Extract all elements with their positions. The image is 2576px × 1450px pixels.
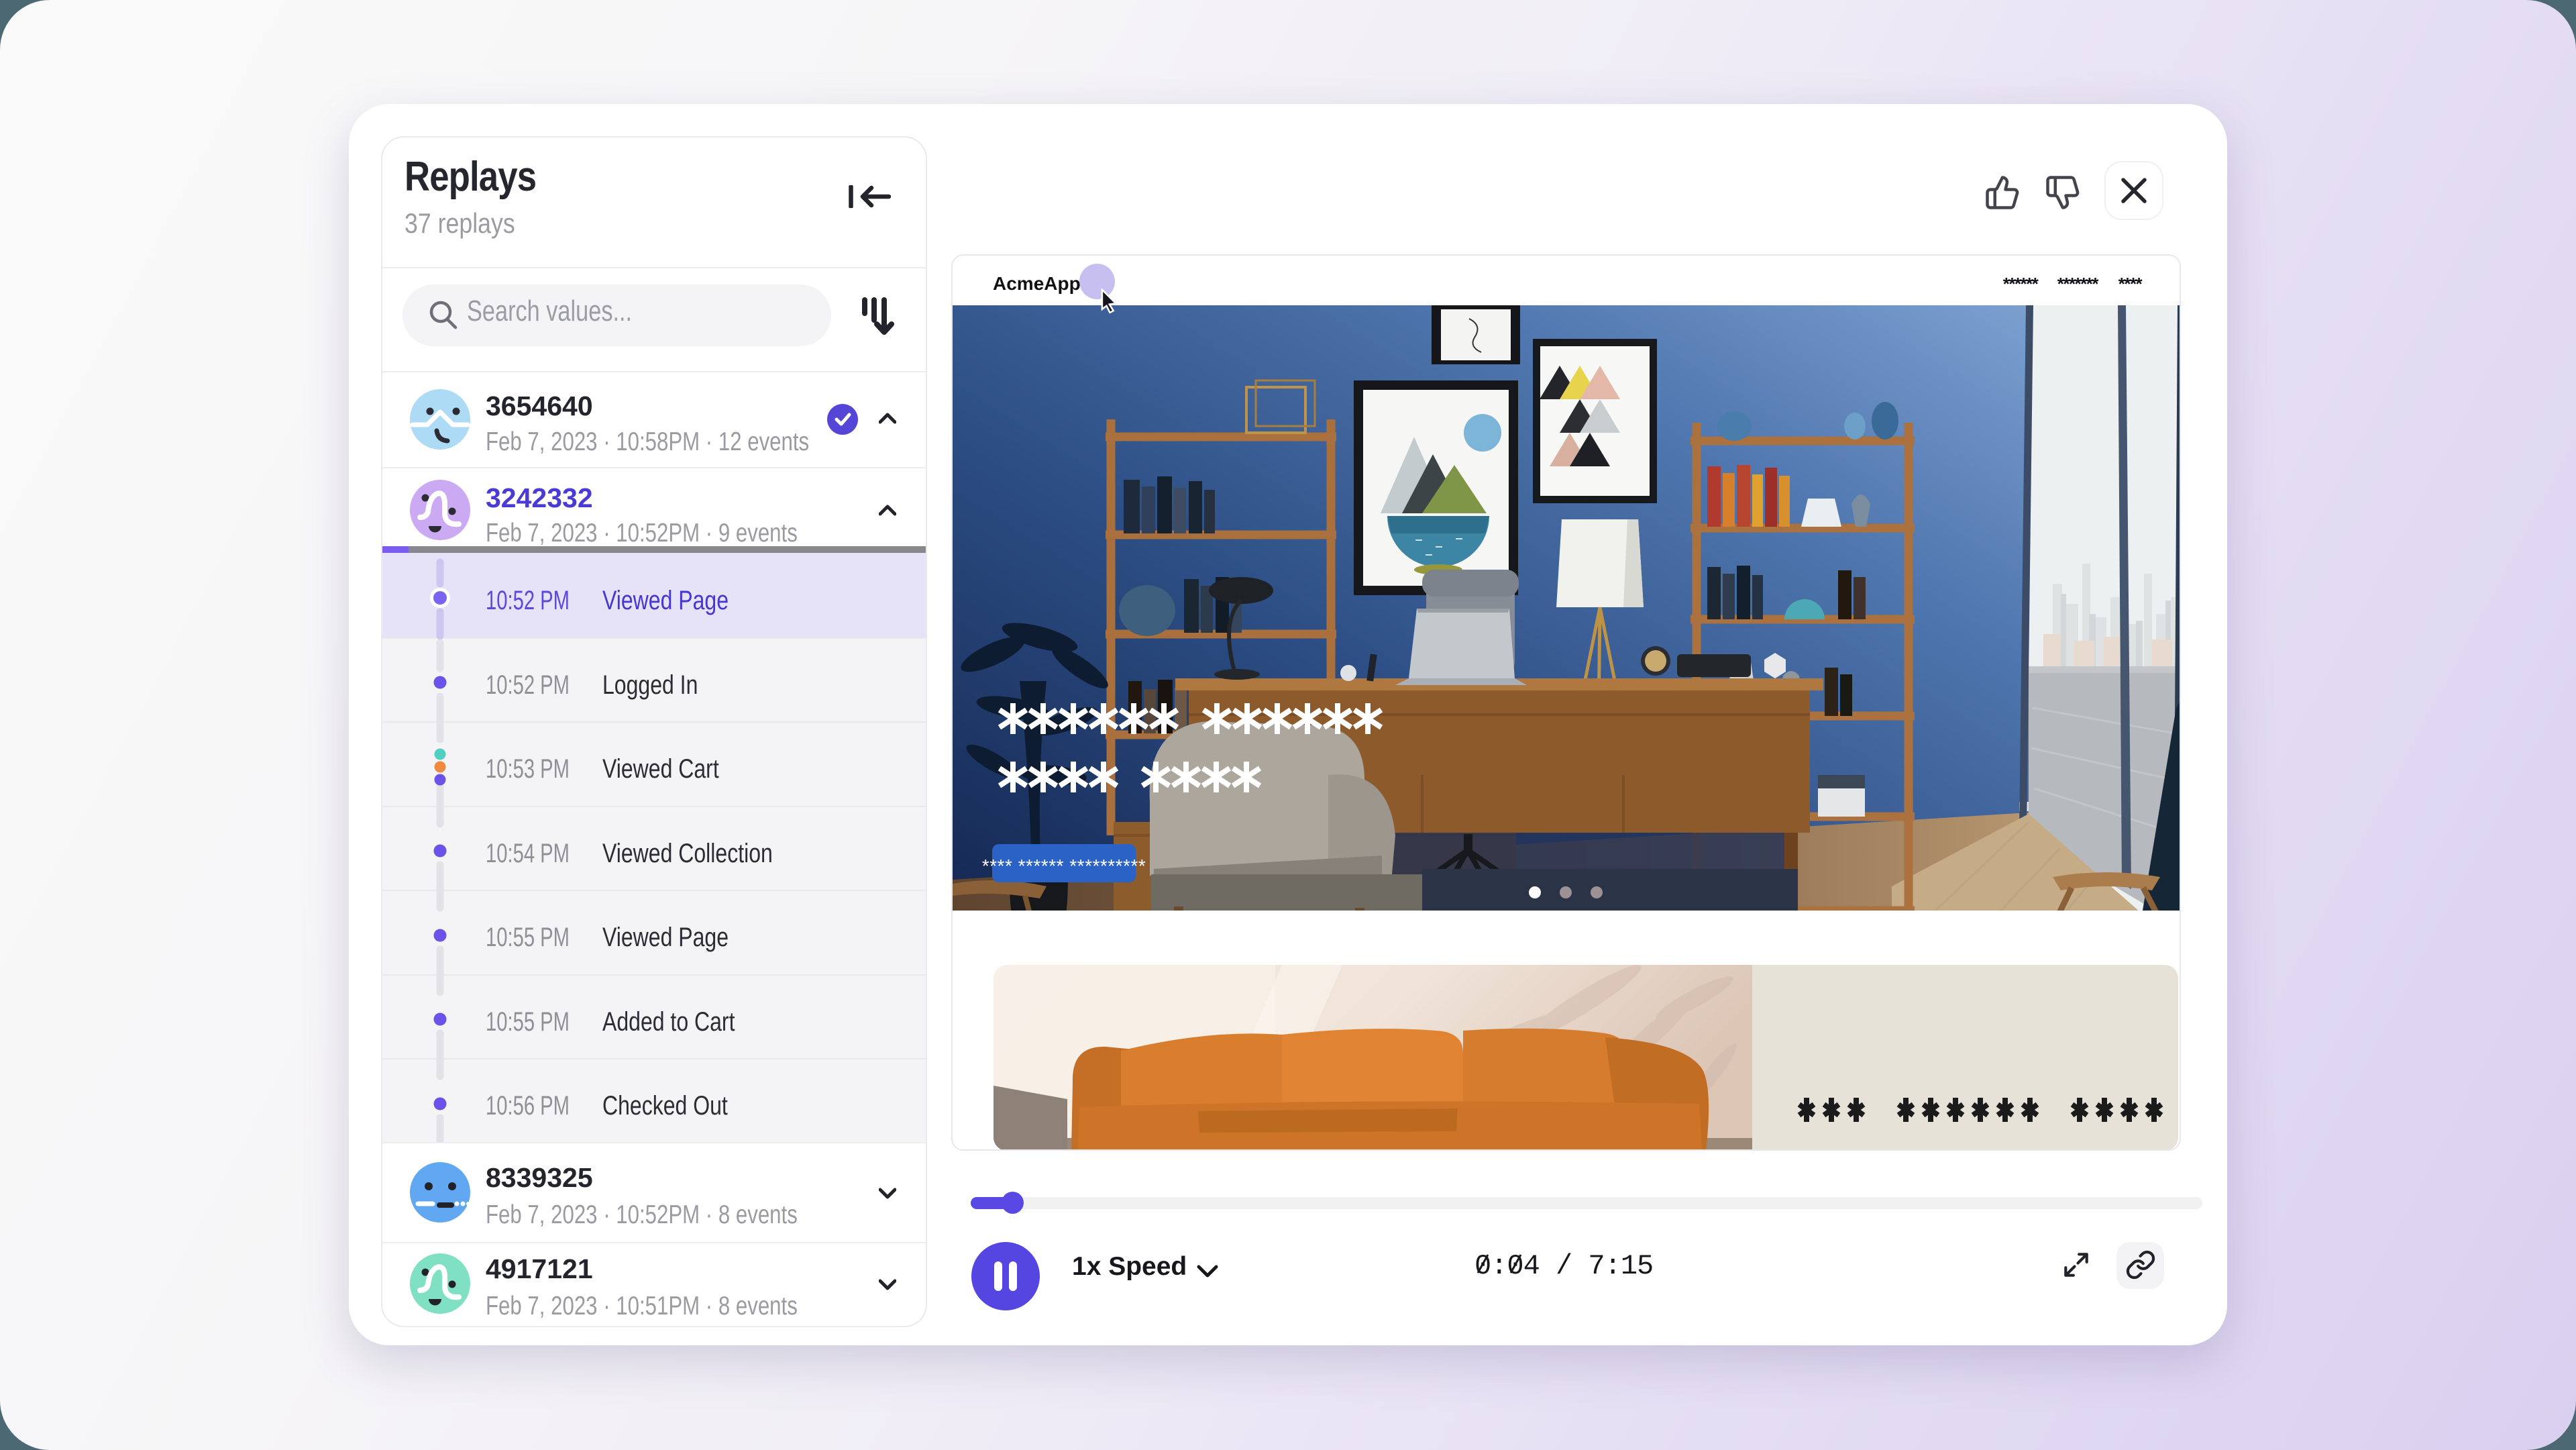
svg-text:**** ****** **********: **** ****** **********	[982, 856, 1146, 876]
